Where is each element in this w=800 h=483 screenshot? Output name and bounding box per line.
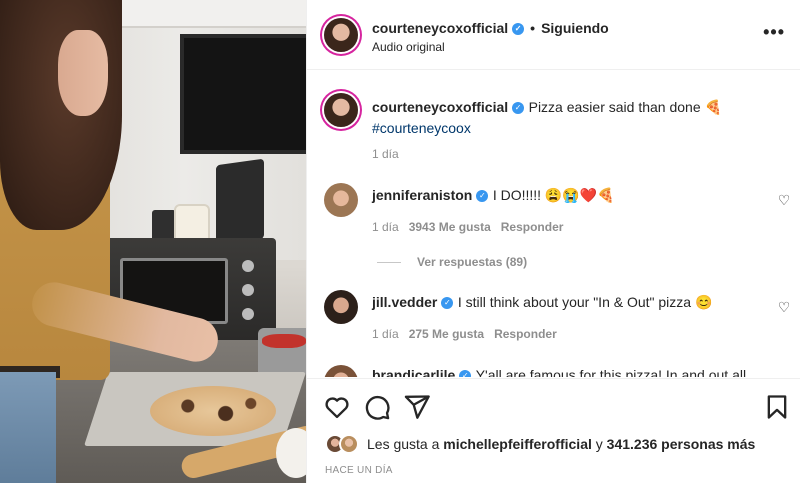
comment-row: jenniferaniston ✓ I DO!!!!! 😩😭❤️🍕 ♡ 1 día…: [307, 179, 800, 269]
person-jeans: [0, 372, 56, 483]
caption-time[interactable]: 1 día: [372, 147, 399, 161]
comment-text: I DO!!!!! 😩😭❤️🍕: [492, 187, 615, 203]
like-comment-icon[interactable]: ♡: [777, 193, 791, 207]
author-avatar[interactable]: [324, 18, 358, 52]
comment-text: Y'all are famous for this pizza! In and …: [475, 367, 747, 377]
comment-time[interactable]: 1 día: [372, 327, 399, 341]
reply-button[interactable]: Responder: [494, 327, 557, 341]
oven-knob: [242, 260, 254, 272]
pizza: [150, 386, 276, 436]
post-header: courteneycoxofficial ✓ • Siguiendo Audio or…: [307, 0, 800, 70]
following-button[interactable]: Siguiendo: [541, 20, 609, 36]
like-comment-icon[interactable]: ♡: [777, 300, 791, 314]
verified-badge-icon: ✓: [512, 23, 525, 36]
caption-row: courteneycoxofficial ✓ Pizza easier said …: [307, 89, 800, 169]
comment-avatar[interactable]: [324, 290, 358, 324]
caption-avatar[interactable]: [324, 93, 358, 127]
oven-knob: [242, 284, 254, 296]
tablet-stand: [216, 158, 264, 246]
comment-row: brandicarlile ✓ Y'all are famous for this…: [307, 361, 800, 377]
liker-username[interactable]: michellepfeifferofficial: [443, 436, 592, 452]
replies-line: [377, 262, 401, 264]
comment-time[interactable]: 1 día: [372, 220, 399, 234]
liker-avatar[interactable]: [339, 434, 359, 454]
person-hair: [0, 0, 122, 230]
post-detail-panel: courteneycoxofficial ✓ • Siguiendo Audio or…: [306, 0, 800, 483]
verified-badge-icon: ✓: [441, 296, 454, 309]
view-replies[interactable]: Ver respuestas (89): [377, 255, 527, 269]
likes-and: y: [595, 436, 603, 452]
comments-list[interactable]: courteneycoxofficial ✓ Pizza easier said …: [307, 71, 800, 377]
reply-button[interactable]: Responder: [501, 220, 564, 234]
comment-row: jill.vedder ✓ I still think about your "I…: [307, 286, 800, 346]
header-title: courteneycoxofficial ✓ • Siguiendo: [372, 20, 609, 36]
comment-avatar[interactable]: [324, 365, 358, 377]
comment-username[interactable]: jill.vedder: [372, 294, 437, 310]
header-separator: •: [530, 20, 536, 36]
comment-meta: 1 día 3943 Me gusta Responder: [372, 220, 563, 234]
post-video[interactable]: [0, 0, 306, 483]
comment-likes[interactable]: 3943 Me gusta: [409, 220, 491, 234]
send-icon[interactable]: [403, 393, 431, 421]
oven-knob: [242, 308, 254, 320]
heart-icon[interactable]: [323, 393, 351, 421]
comment-username[interactable]: jenniferaniston: [372, 187, 472, 203]
comment-likes[interactable]: 275 Me gusta: [409, 327, 484, 341]
post-timestamp[interactable]: HACE UN DÍA: [325, 465, 393, 476]
caption-text: Pizza easier said than done 🍕: [528, 99, 722, 115]
comment-text: I still think about your "In & Out" pizz…: [457, 294, 713, 310]
comment-username[interactable]: brandicarlile: [372, 367, 455, 377]
caption-username[interactable]: courteneycoxofficial: [372, 99, 508, 115]
comment-meta: 1 día 275 Me gusta Responder: [372, 327, 557, 341]
view-replies-label[interactable]: Ver respuestas (89): [417, 255, 527, 269]
likes-prefix: Les gusta a: [367, 436, 440, 452]
tomato-sauce: [262, 334, 306, 348]
verified-badge-icon: ✓: [459, 369, 472, 377]
verified-badge-icon: ✓: [476, 189, 489, 202]
likes-summary: Les gusta a michellepfeifferofficial y 3…: [325, 434, 756, 454]
television: [180, 34, 306, 154]
verified-badge-icon: ✓: [512, 101, 525, 114]
person-face: [58, 30, 108, 116]
comment-avatar[interactable]: [324, 183, 358, 217]
bookmark-icon[interactable]: [763, 393, 791, 421]
kitchen-cabinet: [120, 0, 306, 28]
audio-label[interactable]: Audio original: [372, 40, 445, 54]
author-username[interactable]: courteneycoxofficial: [372, 20, 508, 36]
likes-count[interactable]: 341.236 personas más: [607, 436, 756, 452]
post-actions: Les gusta a michellepfeifferofficial y 3…: [307, 378, 800, 483]
more-options-icon[interactable]: •••: [763, 22, 785, 43]
comment-icon[interactable]: [363, 393, 391, 421]
caption-hashtag[interactable]: #courteneycoox: [372, 120, 471, 136]
